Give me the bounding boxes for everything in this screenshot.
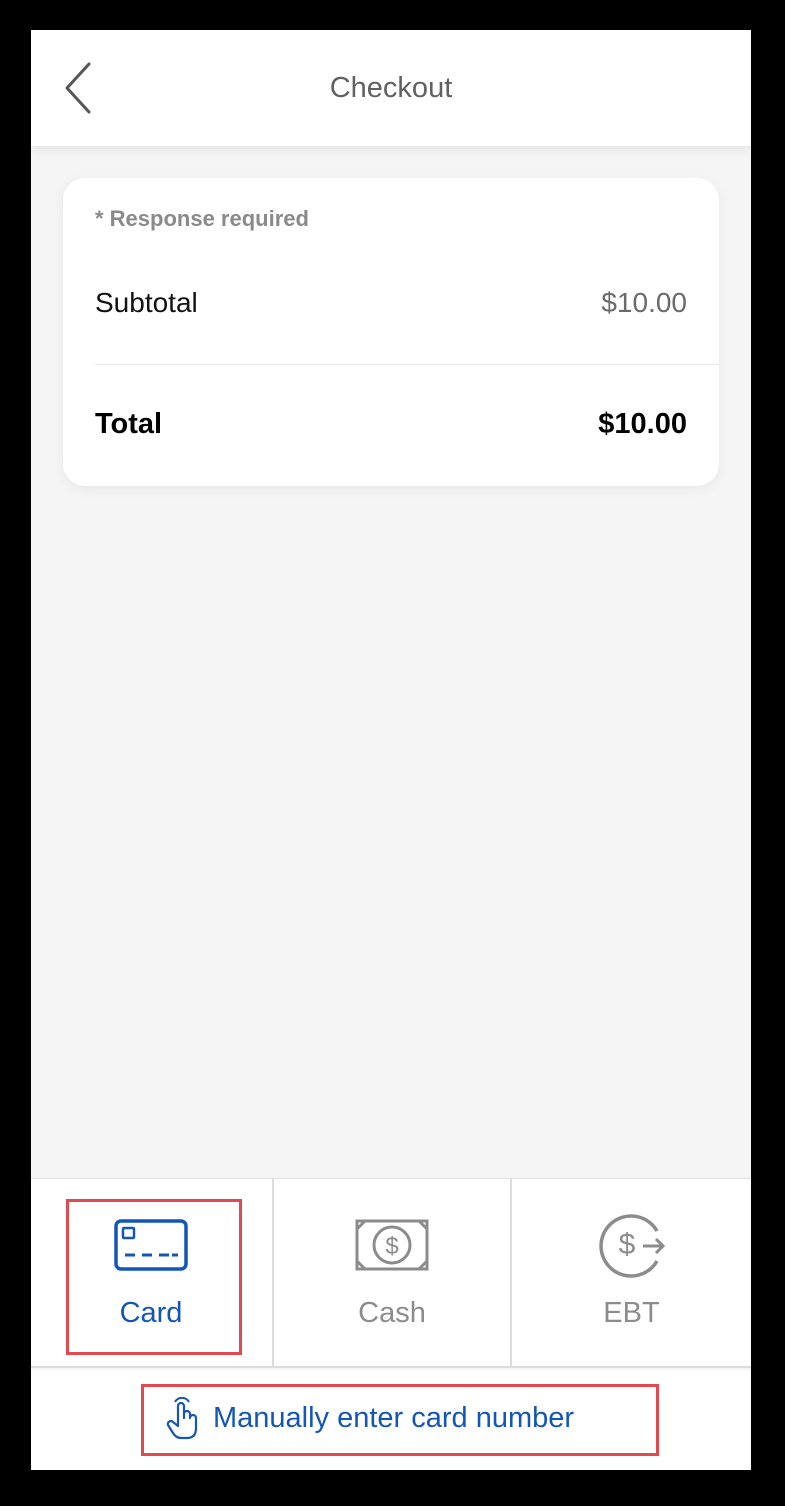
manual-entry-label: Manually enter card number xyxy=(213,1401,575,1434)
page-title: Checkout xyxy=(329,72,453,104)
payment-tab-ebt-label: EBT xyxy=(603,1297,660,1329)
subtotal-value: $10.00 xyxy=(601,287,687,318)
total-value: $10.00 xyxy=(598,408,687,440)
total-label: Total xyxy=(95,408,163,440)
header-bar: Checkout xyxy=(31,30,751,146)
payment-tab-cash-label: Cash xyxy=(358,1297,426,1329)
order-summary-card: * Response required Subtotal $10.00 Tota… xyxy=(63,178,719,486)
back-button[interactable] xyxy=(57,58,101,118)
svg-text:$: $ xyxy=(618,1228,635,1261)
payment-tab-cash[interactable]: $ Cash xyxy=(272,1179,510,1367)
manual-entry-link[interactable]: Manually enter card number xyxy=(163,1388,574,1448)
payment-tab-card[interactable]: Card xyxy=(31,1179,271,1367)
tap-hand-icon xyxy=(166,1396,198,1440)
checkout-screen: Checkout * Response required Subtotal $1… xyxy=(31,30,751,1470)
chevron-left-icon xyxy=(65,62,91,114)
svg-text:$: $ xyxy=(385,1233,398,1260)
summary-divider xyxy=(95,364,719,365)
required-note: * Response required xyxy=(95,206,309,231)
payment-method-bar: Card $ Cash $ EBT xyxy=(31,1178,751,1368)
manual-entry-bar: Manually enter card number xyxy=(31,1370,751,1470)
payment-tab-card-label: Card xyxy=(119,1297,183,1329)
credit-card-icon xyxy=(114,1219,188,1271)
payment-tab-ebt[interactable]: $ EBT xyxy=(510,1179,751,1367)
subtotal-label: Subtotal xyxy=(95,287,198,318)
cash-icon: $ xyxy=(355,1219,429,1271)
ebt-icon: $ xyxy=(598,1214,665,1278)
